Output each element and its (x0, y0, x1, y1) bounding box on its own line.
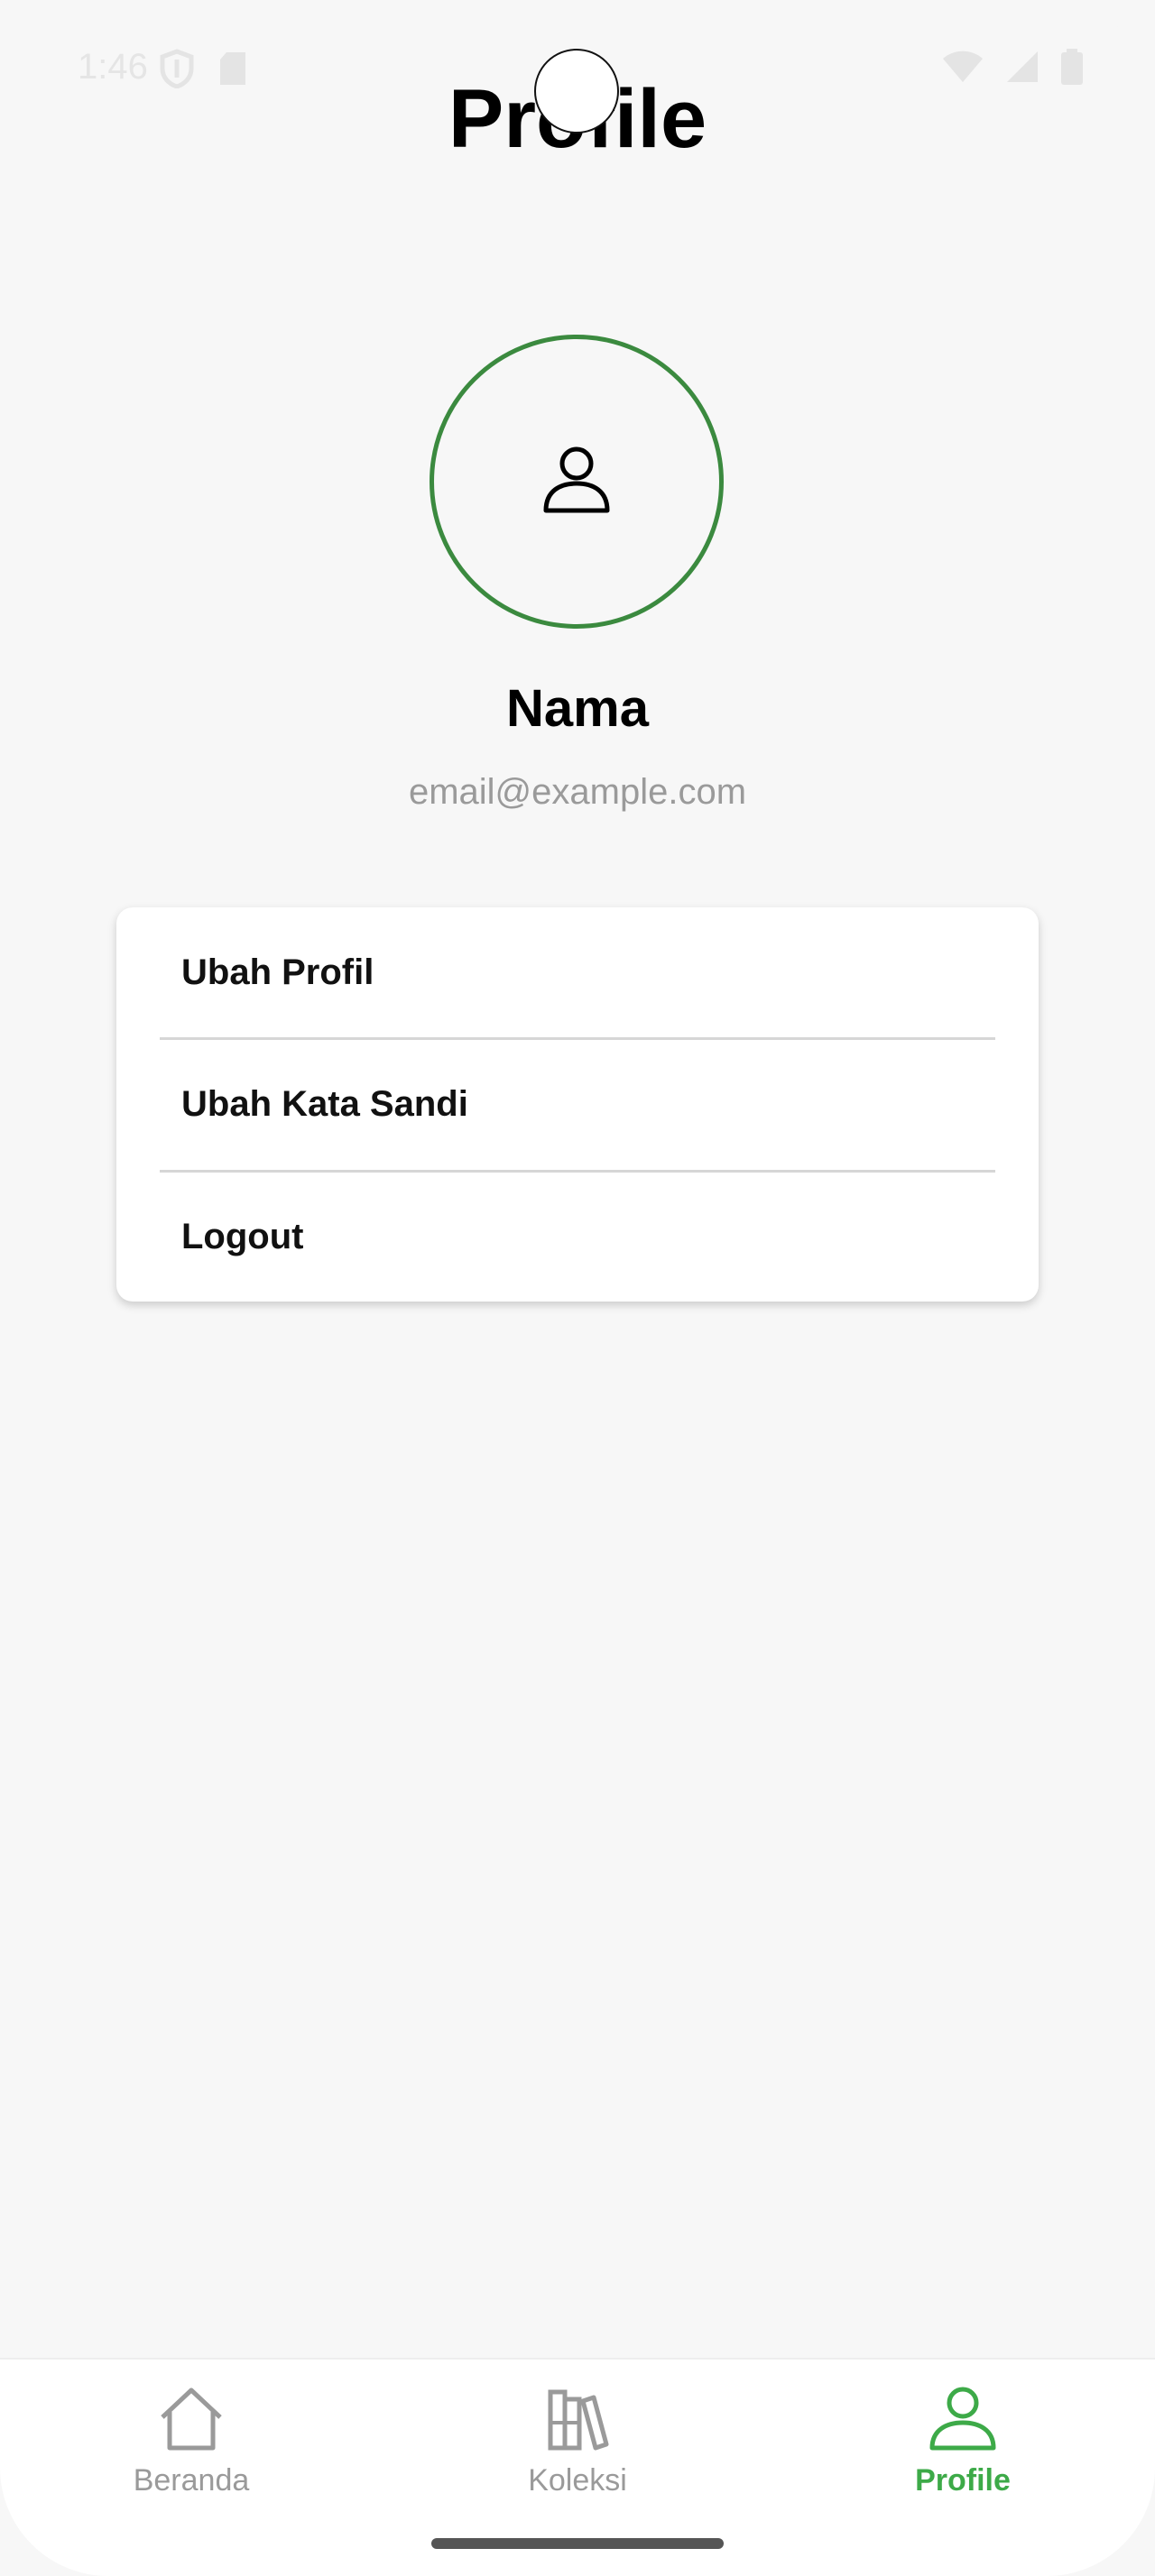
menu-item-label: Ubah Profil (181, 952, 374, 992)
avatar[interactable] (430, 335, 724, 629)
home-icon (157, 2387, 226, 2456)
edit-profile-button[interactable]: Ubah Profil (116, 907, 1039, 1038)
camera-cutout (534, 49, 619, 133)
profile-screen: 1:46 Nama email@example.com Ubah Profil … (0, 0, 1155, 2576)
nav-label: Koleksi (528, 2463, 627, 2498)
menu-item-label: Logout (181, 1217, 304, 1256)
nav-profile[interactable]: Profile (827, 2387, 1098, 2498)
profile-menu: Ubah Profil Ubah Kata Sandi Logout (116, 907, 1039, 1302)
person-icon (542, 446, 611, 519)
nav-label: Beranda (133, 2463, 250, 2498)
change-password-button[interactable]: Ubah Kata Sandi (116, 1039, 1039, 1170)
person-icon (929, 2387, 997, 2456)
menu-item-label: Ubah Kata Sandi (181, 1084, 468, 1124)
books-icon (543, 2387, 612, 2456)
profile-name: Nama (506, 679, 649, 738)
nav-koleksi[interactable]: Koleksi (442, 2387, 713, 2498)
nav-label: Profile (915, 2463, 1011, 2498)
profile-email: email@example.com (408, 772, 747, 812)
home-indicator[interactable] (431, 2538, 724, 2549)
nav-beranda[interactable]: Beranda (56, 2387, 327, 2498)
logout-button[interactable]: Logout (116, 1172, 1039, 1302)
